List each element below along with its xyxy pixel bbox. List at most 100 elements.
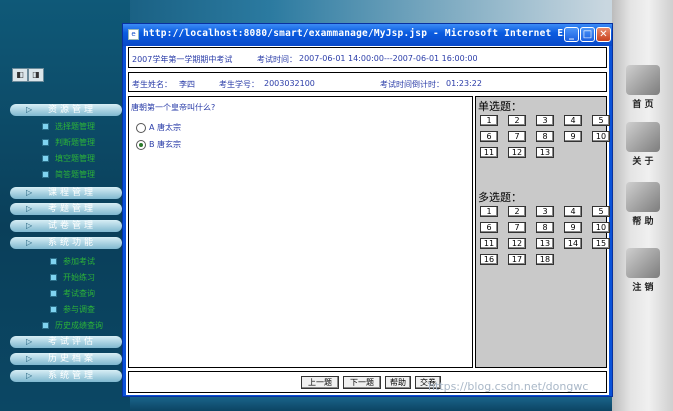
expand-arrow-icon: ▷ — [26, 354, 36, 363]
bullet-icon — [50, 306, 57, 313]
submenu-label: 选择题管理 — [55, 122, 95, 131]
question-number-button[interactable]: 15 — [592, 238, 610, 249]
menu-functions[interactable]: ▷ 系统功能 — [10, 237, 122, 249]
expand-arrow-icon: ▷ — [26, 204, 36, 213]
question-number-button[interactable]: 11 — [480, 147, 498, 158]
menu-label: 考题管理 — [48, 204, 97, 214]
menu-history[interactable]: ▷ 历史档案 — [10, 353, 122, 365]
question-number-button[interactable]: 12 — [508, 147, 526, 158]
question-number-button[interactable]: 13 — [536, 238, 554, 249]
menu-courses[interactable]: ▷ 课程管理 — [10, 187, 122, 199]
maximize-button[interactable]: □ — [580, 27, 595, 42]
submenu-item[interactable]: 判断题管理 — [42, 137, 95, 148]
question-number-button[interactable]: 10 — [592, 222, 610, 233]
student-id-label: 考生学号： — [219, 80, 259, 89]
student-name-label: 考生姓名： — [132, 80, 172, 89]
menu-label: 系统管理 — [48, 371, 97, 381]
option-b-label: B 唐玄宗 — [149, 140, 182, 149]
question-number-button[interactable]: 2 — [508, 115, 526, 126]
question-number-button[interactable]: 18 — [536, 254, 554, 265]
menu-questions[interactable]: ▷ 考题管理 — [10, 203, 122, 215]
bullet-icon — [50, 258, 57, 265]
answer-option-b[interactable]: B 唐玄宗 — [136, 139, 181, 150]
question-number-button[interactable]: 4 — [564, 206, 582, 217]
help-button[interactable]: 帮助 — [385, 376, 411, 389]
submenu-item[interactable]: 开始练习 — [50, 272, 95, 283]
question-number-button[interactable]: 10 — [592, 131, 610, 142]
menu-label: 考试评估 — [48, 337, 97, 347]
submenu-label: 简答题管理 — [55, 170, 95, 179]
sidebar-tool-button[interactable]: ◨ — [28, 68, 44, 82]
question-number-button[interactable]: 3 — [536, 115, 554, 126]
question-number-button[interactable]: 1 — [480, 206, 498, 217]
question-number-button[interactable]: 8 — [536, 131, 554, 142]
question-number-button[interactable]: 12 — [508, 238, 526, 249]
nav-logout-label: 注 销 — [632, 283, 654, 293]
question-number-button[interactable]: 16 — [480, 254, 498, 265]
question-number-button[interactable]: 9 — [564, 131, 582, 142]
radio-b[interactable] — [136, 139, 146, 150]
submenu-item[interactable]: 填空题管理 — [42, 153, 95, 164]
radio-a[interactable] — [136, 122, 146, 133]
answer-option-a[interactable]: A 唐太宗 — [136, 122, 181, 133]
submenu-item[interactable]: 选择题管理 — [42, 121, 95, 132]
window-content: 2007学年第一学期期中考试 考试时间： 2007-06-01 14:00:00… — [126, 46, 610, 395]
question-number-button[interactable]: 17 — [508, 254, 526, 265]
exam-popup-window: e http://localhost:8080/smart/exammanage… — [122, 23, 613, 397]
question-number-button[interactable]: 11 — [480, 238, 498, 249]
question-number-button[interactable]: 5 — [592, 206, 610, 217]
question-number-button[interactable]: 4 — [564, 115, 582, 126]
menu-label: 历史档案 — [48, 354, 97, 364]
bullet-icon — [42, 171, 49, 178]
close-button[interactable]: ✕ — [596, 27, 611, 42]
expand-arrow-icon: ▷ — [26, 221, 36, 230]
prev-question-button[interactable]: 上一题 — [301, 376, 339, 389]
student-name: 李四 — [179, 80, 195, 89]
submenu-item[interactable]: 历史成绩查询 — [42, 320, 103, 331]
question-panel: 唐朝第一个皇帝叫什么? A 唐太宗 B 唐玄宗 — [128, 96, 473, 368]
question-number-button[interactable]: 2 — [508, 206, 526, 217]
question-number-button[interactable]: 3 — [536, 206, 554, 217]
submenu-item[interactable]: 考试查询 — [50, 288, 95, 299]
question-number-button[interactable]: 7 — [508, 222, 526, 233]
submenu-label: 考试查询 — [63, 289, 95, 298]
about-icon — [626, 122, 660, 152]
menu-papers[interactable]: ▷ 试卷管理 — [10, 220, 122, 232]
expand-arrow-icon: ▷ — [26, 371, 36, 380]
exam-info-panel: 2007学年第一学期期中考试 考试时间： 2007-06-01 14:00:00… — [128, 47, 607, 68]
nav-help[interactable]: 帮 助 — [622, 182, 664, 227]
exam-time-label: 考试时间： — [257, 55, 297, 64]
nav-logout[interactable]: 注 销 — [622, 248, 664, 293]
question-number-button[interactable]: 9 — [564, 222, 582, 233]
bullet-icon — [42, 155, 49, 162]
question-number-button[interactable]: 6 — [480, 131, 498, 142]
menu-evaluation[interactable]: ▷ 考试评估 — [10, 336, 122, 348]
bullet-icon — [42, 123, 49, 130]
submenu-item[interactable]: 参与调查 — [50, 304, 95, 315]
menu-resources[interactable]: ▷ 资源管理 — [10, 104, 122, 116]
next-question-button[interactable]: 下一题 — [343, 376, 381, 389]
question-number-button[interactable]: 1 — [480, 115, 498, 126]
exam-time-value: 2007-06-01 14:00:00---2007-06-01 16:00:0… — [299, 54, 478, 63]
question-number-button[interactable]: 6 — [480, 222, 498, 233]
submenu-item[interactable]: 参加考试 — [50, 256, 95, 267]
menu-label: 试卷管理 — [48, 221, 97, 231]
phone-icon — [626, 182, 660, 212]
question-number-button[interactable]: 8 — [536, 222, 554, 233]
submenu-item[interactable]: 简答题管理 — [42, 169, 95, 180]
student-info-panel: 考生姓名： 李四 考生学号： 2003032100 考试时间倒计时： 01:23… — [128, 72, 607, 92]
menu-system[interactable]: ▷ 系统管理 — [10, 370, 122, 382]
question-number-button[interactable]: 13 — [536, 147, 554, 158]
question-number-button[interactable]: 7 — [508, 131, 526, 142]
minimize-button[interactable]: _ — [564, 27, 579, 42]
nav-home[interactable]: 首 页 — [622, 65, 664, 110]
countdown-label: 考试时间倒计时： — [380, 80, 444, 89]
question-number-button[interactable]: 14 — [564, 238, 582, 249]
submenu-label: 判断题管理 — [55, 138, 95, 147]
exam-name: 2007学年第一学期期中考试 — [132, 55, 233, 64]
nav-about[interactable]: 关 于 — [622, 122, 664, 167]
question-number-button[interactable]: 5 — [592, 115, 610, 126]
expand-arrow-icon: ▷ — [26, 238, 36, 247]
sidebar-tool-button[interactable]: ◧ — [12, 68, 28, 82]
window-titlebar[interactable]: e http://localhost:8080/smart/exammanage… — [123, 24, 612, 46]
